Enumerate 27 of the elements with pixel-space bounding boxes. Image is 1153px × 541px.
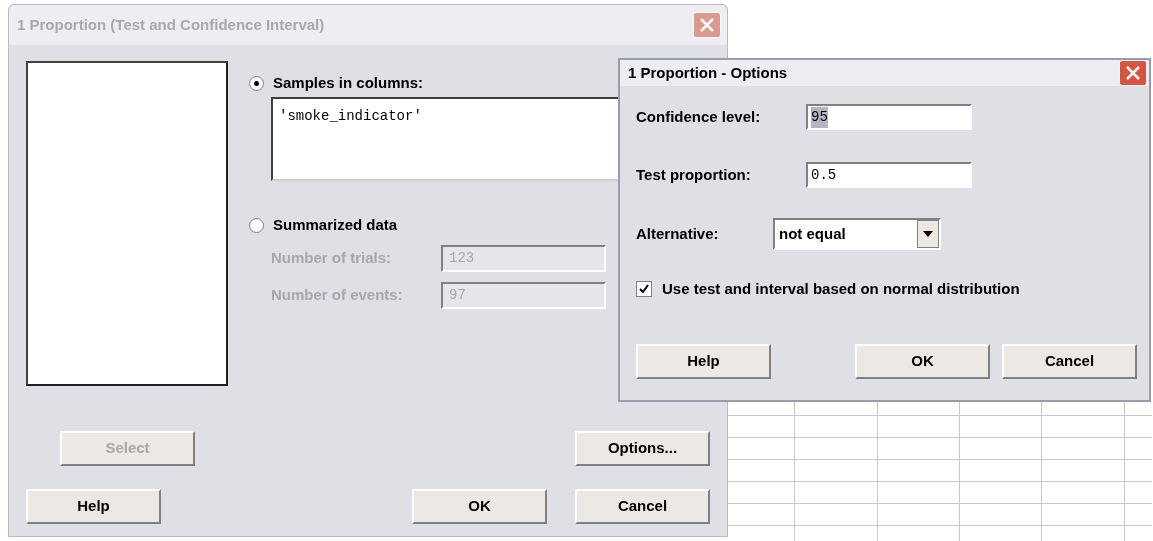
- input-field[interactable]: 95: [806, 104, 972, 130]
- dialog-button[interactable]: Help: [26, 489, 161, 524]
- window-title: 1 Proportion - Options: [628, 62, 788, 83]
- window-title: 1 Proportion (Test and Confidence Interval): [17, 14, 325, 35]
- dialog-button[interactable]: Options...: [575, 431, 710, 466]
- dialog-button[interactable]: Cancel: [575, 489, 710, 524]
- field-label: Alternative:: [636, 223, 720, 244]
- variable-list[interactable]: [26, 61, 228, 386]
- dialog-button[interactable]: OK: [412, 489, 547, 524]
- field-label: Number of trials:: [271, 248, 392, 269]
- radio-label: Samples in columns:: [273, 72, 424, 93]
- radio-button[interactable]: [249, 217, 264, 233]
- radio-button[interactable]: [249, 75, 264, 91]
- checkbox[interactable]: [636, 281, 652, 298]
- dialog-button[interactable]: Cancel: [1002, 343, 1137, 379]
- close-icon: [1125, 65, 1141, 81]
- close-button[interactable]: [1119, 60, 1147, 86]
- dialog-button[interactable]: Help: [636, 343, 771, 379]
- field-label: Number of events:: [271, 285, 404, 306]
- alternative-dropdown[interactable]: not equal: [773, 218, 941, 250]
- radio-label: Summarized data: [273, 214, 398, 235]
- field-label: Test proportion:: [636, 164, 752, 185]
- close-icon: [699, 17, 715, 33]
- field-label: Confidence level:: [636, 106, 762, 127]
- input-field[interactable]: 0.5: [806, 162, 972, 188]
- checkbox-label: Use test and interval based on normal distribution: [662, 279, 1020, 299]
- dialog-button[interactable]: OK: [855, 343, 990, 379]
